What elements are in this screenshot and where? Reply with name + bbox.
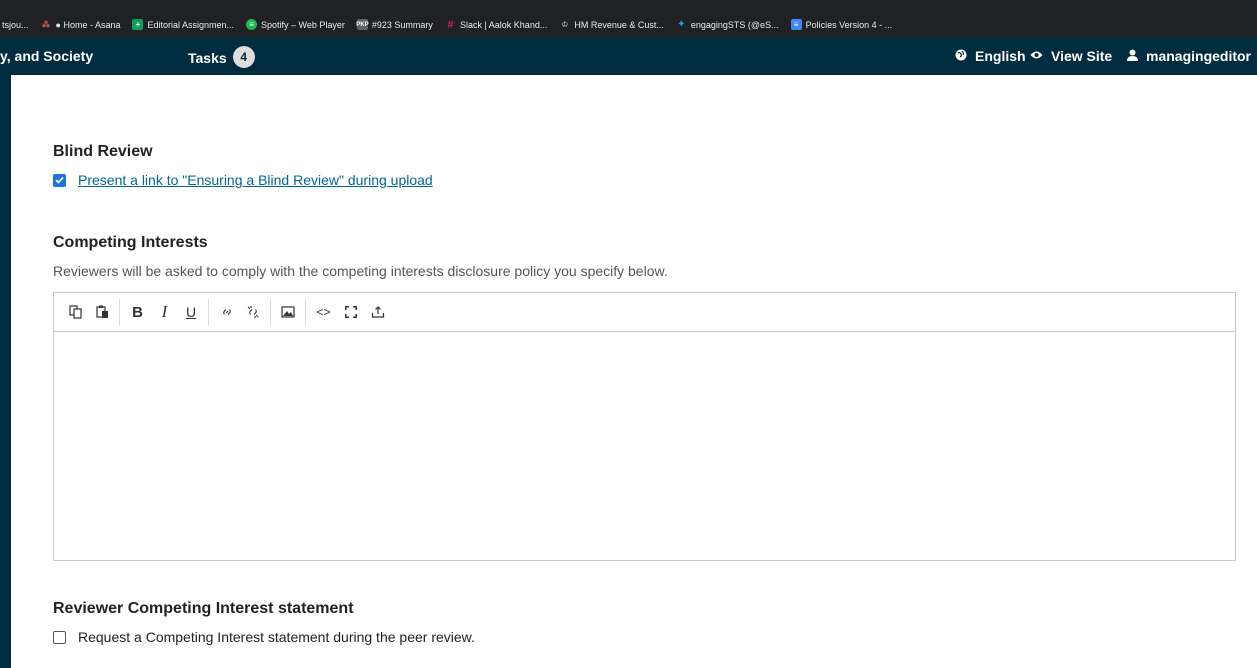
blind-review-checkbox[interactable]	[53, 173, 66, 187]
spotify-icon: ≡	[246, 19, 258, 30]
underline-icon[interactable]: U	[178, 298, 209, 326]
user-menu[interactable]: managingeditor	[1127, 48, 1251, 64]
twitter-icon: ✦	[677, 19, 686, 30]
pkp-icon: PKP	[356, 19, 369, 30]
image-icon[interactable]	[275, 298, 306, 326]
bookmark-summary[interactable]: PKP #923 Summary	[356, 19, 433, 30]
blind-review-link[interactable]: Present a link to "Ensuring a Blind Revi…	[78, 172, 433, 188]
bookmark-asana[interactable]: ⁂ ● Home - Asana	[41, 19, 121, 30]
bookmarks-bar: tsjou... ⁂ ● Home - Asana + Editorial As…	[0, 0, 1257, 37]
fullscreen-icon[interactable]	[337, 299, 364, 326]
bookmark-0[interactable]: tsjou...	[2, 20, 29, 30]
eye-icon	[1030, 49, 1043, 63]
bookmark-spotify[interactable]: ≡ Spotify – Web Player	[246, 19, 345, 30]
slack-icon: #	[447, 18, 454, 31]
bold-icon[interactable]: B	[124, 299, 151, 326]
code-icon[interactable]: <>	[310, 299, 337, 326]
bookmark-twitter[interactable]: ✦ engagingSTS (@eS...	[676, 19, 778, 30]
bookmark-hmrc[interactable]: ♔ HM Revenue & Cust...	[559, 19, 664, 30]
app-header: y, and Society Tasks 4 English View Site…	[0, 37, 1257, 75]
reviewer-statement-option: Request a Competing Interest statement d…	[53, 629, 475, 645]
editor-content-area[interactable]	[54, 332, 1235, 561]
paste-icon[interactable]	[89, 298, 120, 326]
left-sidebar-edge	[0, 75, 11, 668]
context-title[interactable]: y, and Society	[0, 48, 93, 64]
editor-toolbar: B I U <>	[54, 293, 1235, 332]
blind-review-option: Present a link to "Ensuring a Blind Revi…	[53, 172, 433, 188]
reviewer-statement-checkbox[interactable]	[53, 630, 66, 644]
bookmark-policies[interactable]: ≡ Policies Version 4 - ...	[790, 19, 892, 30]
reviewer-statement-title: Reviewer Competing Interest statement	[53, 600, 354, 617]
user-icon	[1127, 49, 1138, 64]
bookmark-editorial[interactable]: + Editorial Assignmen...	[132, 19, 234, 30]
sheets-icon: +	[132, 19, 144, 30]
upload-icon[interactable]	[364, 299, 391, 326]
bookmark-slack[interactable]: # Slack | Aalok Khand...	[445, 18, 547, 31]
competing-interests-title: Competing Interests	[53, 234, 208, 251]
unlink-icon[interactable]	[240, 298, 271, 326]
asana-icon: ⁂	[41, 20, 51, 29]
tasks-button[interactable]: Tasks 4	[188, 46, 255, 68]
user-label: managingeditor	[1146, 48, 1252, 64]
reviewer-statement-label[interactable]: Request a Competing Interest statement d…	[78, 629, 475, 645]
italic-icon[interactable]: I	[151, 299, 178, 326]
tasks-count-badge: 4	[232, 46, 255, 68]
competing-interests-editor: B I U <>	[53, 292, 1236, 561]
language-label: English	[975, 48, 1026, 64]
blind-review-title: Blind Review	[53, 143, 153, 160]
link-icon[interactable]	[213, 299, 240, 326]
docs-icon: ≡	[790, 19, 802, 30]
competing-interests-description: Reviewers will be asked to comply with t…	[53, 263, 668, 279]
view-site-link[interactable]: View Site	[1030, 48, 1112, 64]
view-site-label: View Site	[1051, 48, 1113, 64]
language-menu[interactable]: English	[955, 48, 1026, 64]
tasks-label: Tasks	[188, 50, 227, 66]
crown-icon: ♔	[561, 20, 569, 29]
globe-icon	[955, 49, 967, 64]
copy-icon[interactable]	[62, 299, 89, 326]
